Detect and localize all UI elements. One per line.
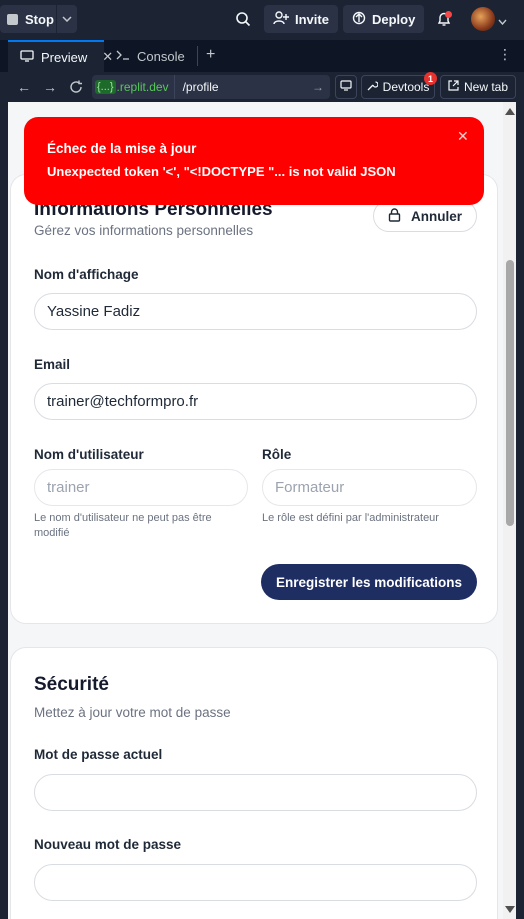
- new-password-field[interactable]: [34, 864, 477, 901]
- avatar[interactable]: [471, 7, 495, 31]
- deploy-icon: [352, 11, 366, 28]
- email-label: Email: [34, 357, 71, 372]
- deploy-label: Deploy: [372, 11, 416, 27]
- url-field[interactable]: {...} .replit.dev /profile →: [92, 75, 330, 99]
- email-field[interactable]: trainer@techformpro.fr: [34, 383, 477, 420]
- account-chevron-down-icon[interactable]: [498, 12, 507, 30]
- current-password-label: Mot de passe actuel: [34, 747, 163, 762]
- save-changes-button[interactable]: Enregistrer les modifications: [261, 564, 477, 600]
- tab-divider: [197, 46, 198, 66]
- more-options-icon[interactable]: ⋮: [498, 46, 512, 63]
- terminal-icon: [116, 49, 130, 64]
- username-label: Nom d'utilisateur: [34, 447, 144, 462]
- run-options-chevron-icon[interactable]: [57, 5, 77, 33]
- preview-address-bar: ← → {...} .replit.dev /profile → Devtool…: [0, 72, 524, 102]
- search-icon[interactable]: [233, 9, 253, 29]
- error-toast: Échec de la mise à jour Unexpected token…: [24, 117, 484, 205]
- url-domain: {...} .replit.dev: [92, 75, 175, 99]
- tab-console-label: Console: [137, 48, 185, 64]
- tab-preview[interactable]: Preview ✕: [8, 40, 113, 72]
- tab-preview-label: Preview: [41, 49, 88, 65]
- url-domain-badge: {...}: [95, 80, 116, 94]
- lock-icon: [388, 207, 401, 225]
- username-field: trainer: [34, 469, 248, 506]
- role-hint: Le rôle est défini par l'administrateur: [262, 512, 439, 524]
- url-path[interactable]: /profile: [175, 80, 312, 94]
- display-name-label: Nom d'affichage: [34, 267, 139, 282]
- workspace-header: Stop Invite Deploy: [0, 0, 524, 38]
- wrench-icon: [367, 80, 379, 94]
- invite-label: Invite: [295, 11, 329, 27]
- stop-label: Stop: [25, 11, 54, 27]
- security-title: Sécurité: [34, 674, 109, 695]
- current-password-field[interactable]: [34, 774, 477, 811]
- back-arrow-icon[interactable]: ←: [15, 78, 33, 96]
- display-name-field[interactable]: Yassine Fadiz: [34, 293, 477, 330]
- monitor-icon: [20, 49, 34, 65]
- reload-icon[interactable]: [67, 78, 85, 96]
- pane-tab-bar: Preview ✕ Console + ⋮: [0, 40, 524, 72]
- stop-icon: [7, 13, 18, 25]
- toast-message: Unexpected token '<', "<!DOCTYPE "... is…: [47, 164, 396, 179]
- security-subtitle: Mettez à jour votre mot de passe: [34, 705, 231, 720]
- security-card: Sécurité Mettez à jour votre mot de pass…: [10, 647, 498, 919]
- stop-button[interactable]: Stop: [0, 5, 56, 33]
- add-tab-icon[interactable]: +: [206, 46, 215, 64]
- personal-info-card: Informations Personnelles Gérez vos info…: [10, 174, 498, 624]
- cancel-label: Annuler: [410, 208, 462, 224]
- external-link-icon: [448, 80, 459, 94]
- scrollbar-thumb[interactable]: [506, 260, 514, 526]
- devtools-error-badge: 1: [424, 72, 437, 85]
- preview-viewport: Informations Personnelles Gérez vos info…: [8, 102, 516, 919]
- right-gutter: [516, 102, 524, 919]
- device-icon: [340, 80, 352, 94]
- device-preview-button[interactable]: [335, 75, 357, 99]
- new-tab-button[interactable]: New tab: [440, 75, 516, 99]
- new-tab-label: New tab: [463, 80, 509, 94]
- scrollbar[interactable]: [503, 102, 516, 919]
- toast-title: Échec de la mise à jour: [47, 141, 197, 156]
- role-label: Rôle: [262, 447, 292, 462]
- role-field: Formateur: [262, 469, 477, 506]
- invite-button[interactable]: Invite: [264, 5, 338, 33]
- add-user-icon: [273, 10, 289, 28]
- scroll-up-arrow-icon[interactable]: [505, 108, 515, 115]
- notification-dot: [445, 11, 452, 18]
- devtools-label: Devtools: [382, 80, 430, 94]
- new-password-label: Nouveau mot de passe: [34, 837, 182, 852]
- tab-console[interactable]: Console: [104, 40, 196, 72]
- close-icon[interactable]: ✕: [457, 128, 469, 145]
- forward-arrow-icon[interactable]: →: [41, 78, 59, 96]
- deploy-button[interactable]: Deploy: [343, 5, 425, 33]
- personal-info-subtitle: Gérez vos informations personnelles: [34, 223, 254, 238]
- scroll-down-arrow-icon[interactable]: [505, 906, 515, 913]
- username-hint: Le nom d'utilisateur ne peut pas être mo…: [34, 512, 212, 539]
- go-arrow-icon[interactable]: →: [312, 80, 330, 94]
- left-gutter: [0, 102, 8, 919]
- url-domain-text: .replit.dev: [116, 80, 169, 94]
